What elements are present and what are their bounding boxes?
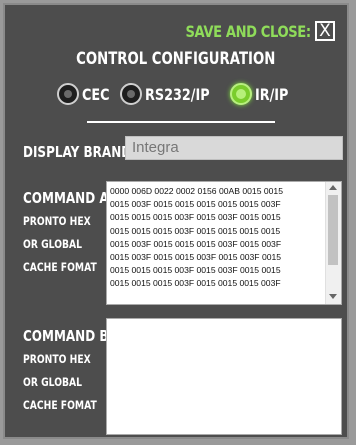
radio-ir-ip-label[interactable]: IR/IP bbox=[255, 85, 288, 104]
save-and-close[interactable]: SAVE AND CLOSE: X bbox=[158, 21, 335, 41]
radio-rs232-ip-icon[interactable] bbox=[120, 83, 143, 105]
command-a-value[interactable]: 0000 006D 0022 0002 0156 00AB 0015 0015 … bbox=[110, 185, 325, 291]
scroll-down-arrow-icon[interactable] bbox=[329, 294, 337, 299]
radio-ir-ip-icon[interactable] bbox=[230, 83, 253, 105]
save-and-close-label[interactable]: SAVE AND CLOSE: bbox=[186, 22, 312, 41]
scroll-thumb[interactable] bbox=[328, 195, 338, 265]
control-configuration-panel: SAVE AND CLOSE: X CONTROL CONFIGURATION … bbox=[3, 3, 349, 439]
divider bbox=[87, 121, 275, 123]
radio-ir-ip[interactable]: IR/IP bbox=[230, 83, 289, 105]
radio-rs232-ip[interactable]: RS232/IP bbox=[120, 83, 216, 105]
page-title-text: CONTROL CONFIGURATION bbox=[76, 49, 276, 69]
radio-cec-icon[interactable] bbox=[57, 83, 79, 105]
close-icon[interactable]: X bbox=[315, 21, 335, 41]
command-b-label: COMMAND B: bbox=[23, 327, 114, 345]
command-a-textarea[interactable]: 0000 006D 0022 0002 0156 00AB 0015 0015 … bbox=[106, 181, 342, 305]
display-brand-label: DISPLAY BRAND: bbox=[23, 143, 136, 161]
command-b-hint-line: PRONTO HEX bbox=[23, 352, 91, 366]
command-b-hint-line: CACHE FOMAT bbox=[23, 398, 97, 412]
command-a-hint-line: OR GLOBAL bbox=[23, 237, 83, 251]
display-brand-input[interactable]: Integra bbox=[125, 136, 343, 160]
command-b-hint-line: OR GLOBAL bbox=[23, 375, 83, 389]
radio-cec-label[interactable]: CEC bbox=[82, 85, 110, 104]
page-title: CONTROL CONFIGURATION bbox=[5, 49, 347, 69]
command-a-hint-line: PRONTO HEX bbox=[23, 214, 91, 228]
command-a-label: COMMAND A: bbox=[23, 189, 114, 207]
command-a-hint-line: CACHE FOMAT bbox=[23, 260, 97, 274]
protocol-radio-group: CEC RS232/IP IR/IP bbox=[57, 83, 301, 105]
scroll-up-arrow-icon[interactable] bbox=[329, 185, 337, 190]
radio-rs232-ip-label[interactable]: RS232/IP bbox=[145, 85, 210, 104]
command-a-scrollbar[interactable] bbox=[325, 182, 341, 304]
command-b-textarea[interactable] bbox=[106, 318, 342, 435]
radio-cec[interactable]: CEC bbox=[57, 83, 110, 105]
